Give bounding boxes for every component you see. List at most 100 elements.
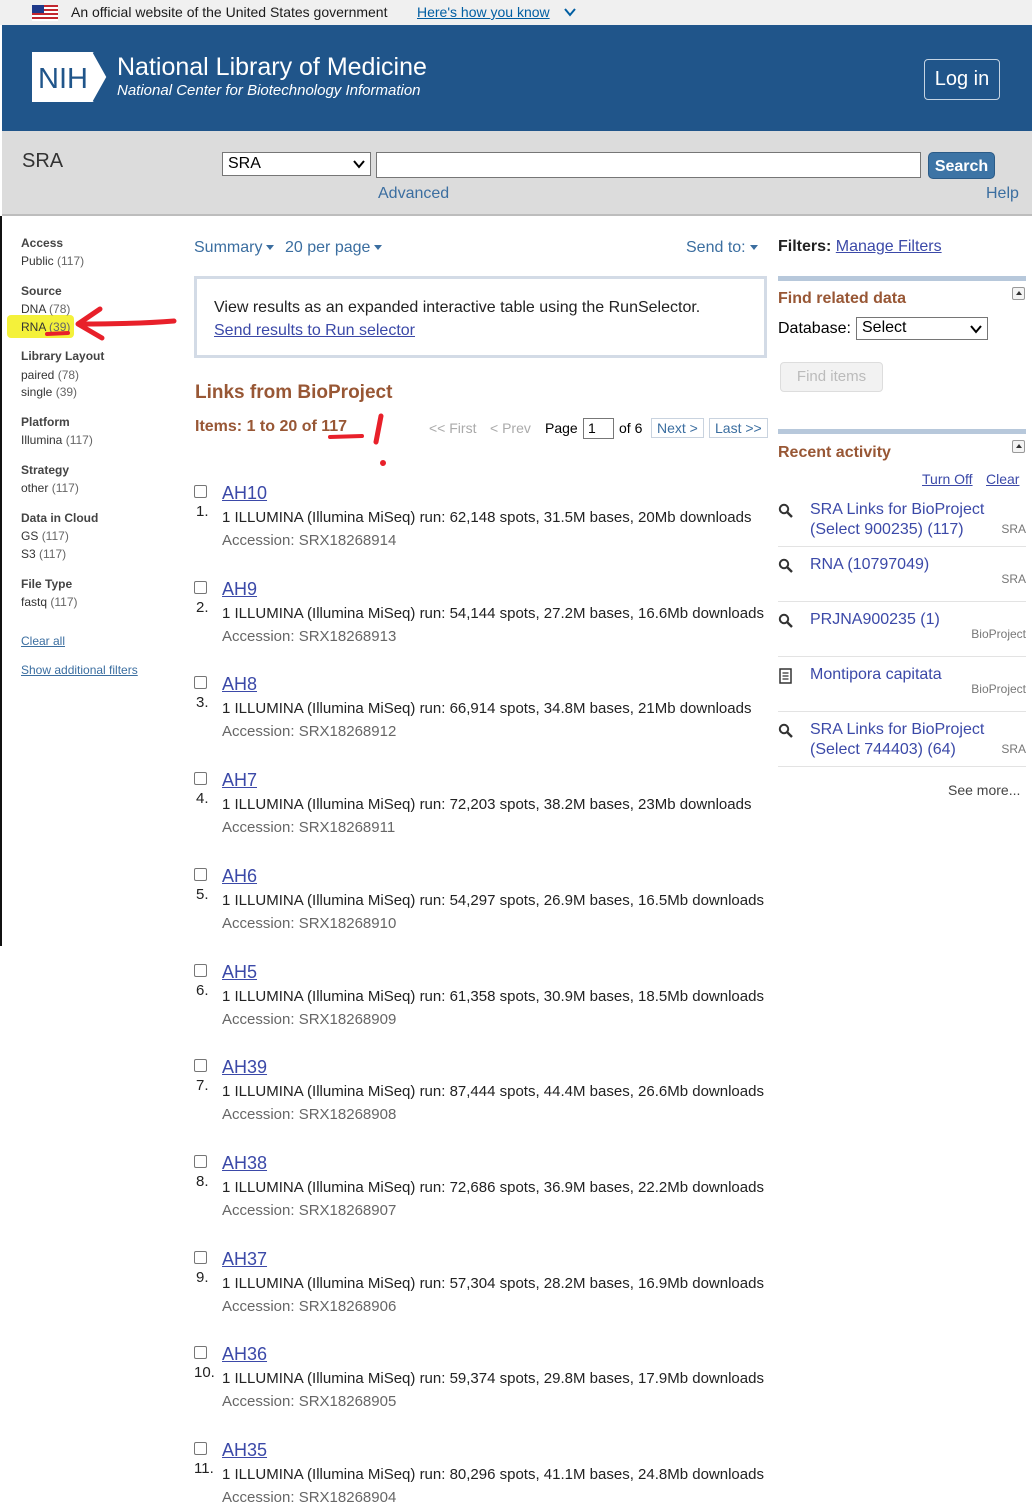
database-label: Database:: [778, 320, 851, 337]
page-number-input[interactable]: 1: [583, 418, 614, 439]
result-description: 1 ILLUMINA (Illumina MiSeq) run: 61,358 …: [222, 988, 764, 1005]
result-checkbox[interactable]: [194, 485, 207, 498]
activity-item-db: SRA: [1001, 522, 1026, 536]
result-description: 1 ILLUMINA (Illumina MiSeq) run: 87,444 …: [222, 1083, 764, 1100]
filter-dna[interactable]: DNA (78): [21, 302, 70, 316]
result-accession: Accession: SRX18268905: [222, 1393, 397, 1410]
activity-item-link[interactable]: Montipora capitata: [810, 665, 942, 685]
activity-item-line2: (Select 744403) (64): [810, 741, 956, 758]
activity-item-db: BioProject: [971, 627, 1026, 641]
format-summary-dropdown[interactable]: Summary: [194, 239, 275, 257]
collapse-icon[interactable]: [1012, 440, 1025, 453]
result-title-link[interactable]: AH7: [222, 770, 257, 791]
filter-illumina[interactable]: Illumina (117): [21, 433, 93, 447]
find-items-button[interactable]: Find items: [780, 362, 883, 392]
result-number: 6.: [196, 982, 209, 999]
result-checkbox[interactable]: [194, 868, 207, 881]
filter-fastq[interactable]: fastq (117): [21, 595, 77, 609]
filter-public[interactable]: Public (117): [21, 254, 84, 268]
related-database-select[interactable]: Select: [856, 317, 988, 340]
result-accession: Accession: SRX18268906: [222, 1298, 397, 1315]
how-you-know-link[interactable]: Here's how you know: [417, 4, 550, 20]
activity-item-link[interactable]: SRA Links for BioProject (Select 744403) …: [810, 720, 984, 760]
clear-all-link[interactable]: Clear all: [21, 634, 65, 648]
caret-down-icon: [266, 245, 275, 251]
activity-item-line1: Montipora capitata: [810, 666, 942, 683]
result-checkbox[interactable]: [194, 1442, 207, 1455]
annotation-exclamation-dot: [380, 460, 386, 466]
manage-filters-link[interactable]: Manage Filters: [836, 238, 942, 255]
filter-group-access: Access: [21, 236, 64, 250]
search-input[interactable]: [376, 152, 921, 178]
pager-last[interactable]: Last >>: [709, 418, 768, 438]
result-title-link[interactable]: AH39: [222, 1057, 267, 1078]
filter-group-data-in-cloud: Data in Cloud: [21, 511, 99, 525]
send-to-dropdown[interactable]: Send to:: [686, 239, 758, 257]
result-checkbox[interactable]: [194, 1346, 207, 1359]
search-button[interactable]: Search: [928, 152, 995, 179]
result-description: 1 ILLUMINA (Illumina MiSeq) run: 57,304 …: [222, 1275, 764, 1292]
see-more-link[interactable]: See more...: [948, 782, 1020, 798]
caret-down-icon: [749, 245, 758, 251]
show-additional-filters-link[interactable]: Show additional filters: [21, 663, 138, 677]
per-page-dropdown[interactable]: 20 per page: [285, 239, 383, 257]
send-to-run-selector-link[interactable]: Send results to Run selector: [214, 322, 415, 340]
result-title-link[interactable]: AH38: [222, 1153, 267, 1174]
filter-rna[interactable]: RNA (39): [21, 320, 70, 334]
help-link[interactable]: Help: [986, 185, 1019, 203]
result-checkbox[interactable]: [194, 1155, 207, 1168]
activity-item-line1: RNA (10797049): [810, 556, 930, 573]
caret-down-icon: [374, 245, 383, 251]
filter-single[interactable]: single (39): [21, 385, 77, 399]
result-description: 1 ILLUMINA (Illumina MiSeq) run: 59,374 …: [222, 1370, 764, 1387]
chevron-down-icon[interactable]: [563, 6, 577, 18]
database-select[interactable]: SRA: [222, 152, 371, 176]
filter-s3[interactable]: S3 (117): [21, 547, 66, 561]
result-description: 1 ILLUMINA (Illumina MiSeq) run: 66,914 …: [222, 700, 752, 717]
activity-item-link[interactable]: RNA (10797049): [810, 555, 929, 575]
result-title-link[interactable]: AH9: [222, 579, 257, 600]
result-title-link[interactable]: AH36: [222, 1344, 267, 1365]
activity-separator: [778, 711, 1026, 712]
result-title-link[interactable]: AH35: [222, 1440, 267, 1461]
result-checkbox[interactable]: [194, 1251, 207, 1264]
result-checkbox[interactable]: [194, 772, 207, 785]
result-number: 7.: [196, 1077, 209, 1094]
result-title-link[interactable]: AH5: [222, 962, 257, 983]
filter-paired[interactable]: paired (78): [21, 368, 79, 382]
result-title-link[interactable]: AH37: [222, 1249, 267, 1270]
pager-next[interactable]: Next >: [651, 418, 704, 438]
results-heading: Links from BioProject: [195, 382, 393, 403]
advanced-link[interactable]: Advanced: [378, 185, 449, 203]
filter-other[interactable]: other (117): [21, 481, 79, 495]
activity-item-line1: SRA Links for BioProject: [810, 501, 985, 518]
run-selector-text: View results as an expanded interactive …: [214, 299, 701, 316]
result-description: 1 ILLUMINA (Illumina MiSeq) run: 54,297 …: [222, 892, 764, 909]
result-title-link[interactable]: AH6: [222, 866, 257, 887]
result-title-link[interactable]: AH8: [222, 674, 257, 695]
nlm-title[interactable]: National Library of Medicine: [117, 53, 427, 82]
result-title-link[interactable]: AH10: [222, 483, 267, 504]
turn-off-link[interactable]: Turn Off: [922, 471, 973, 487]
result-number: 11.: [194, 1460, 214, 1477]
clear-activity-link[interactable]: Clear: [986, 471, 1019, 487]
annotation-underline-117: [328, 434, 364, 439]
collapse-icon[interactable]: [1012, 287, 1025, 300]
db-title: SRA: [22, 150, 64, 172]
activity-item-db: SRA: [1001, 742, 1026, 756]
result-number: 3.: [196, 694, 209, 711]
result-checkbox[interactable]: [194, 1059, 207, 1072]
activity-item-link[interactable]: SRA Links for BioProject (Select 900235) …: [810, 500, 984, 540]
result-checkbox[interactable]: [194, 581, 207, 594]
activity-item-link[interactable]: PRJNA900235 (1): [810, 610, 940, 630]
filter-gs[interactable]: GS (117): [21, 529, 69, 543]
result-description: 1 ILLUMINA (Illumina MiSeq) run: 80,296 …: [222, 1466, 764, 1483]
nih-logo-icon[interactable]: NIH: [32, 52, 110, 102]
chevron-down-icon: [970, 325, 982, 334]
login-button[interactable]: Log in: [924, 59, 1000, 100]
result-checkbox[interactable]: [194, 964, 207, 977]
result-checkbox[interactable]: [194, 676, 207, 689]
items-count: Items: 1 to 20 of 117: [195, 418, 348, 435]
activity-separator: [778, 546, 1026, 547]
activity-item-db: SRA: [1001, 572, 1026, 586]
